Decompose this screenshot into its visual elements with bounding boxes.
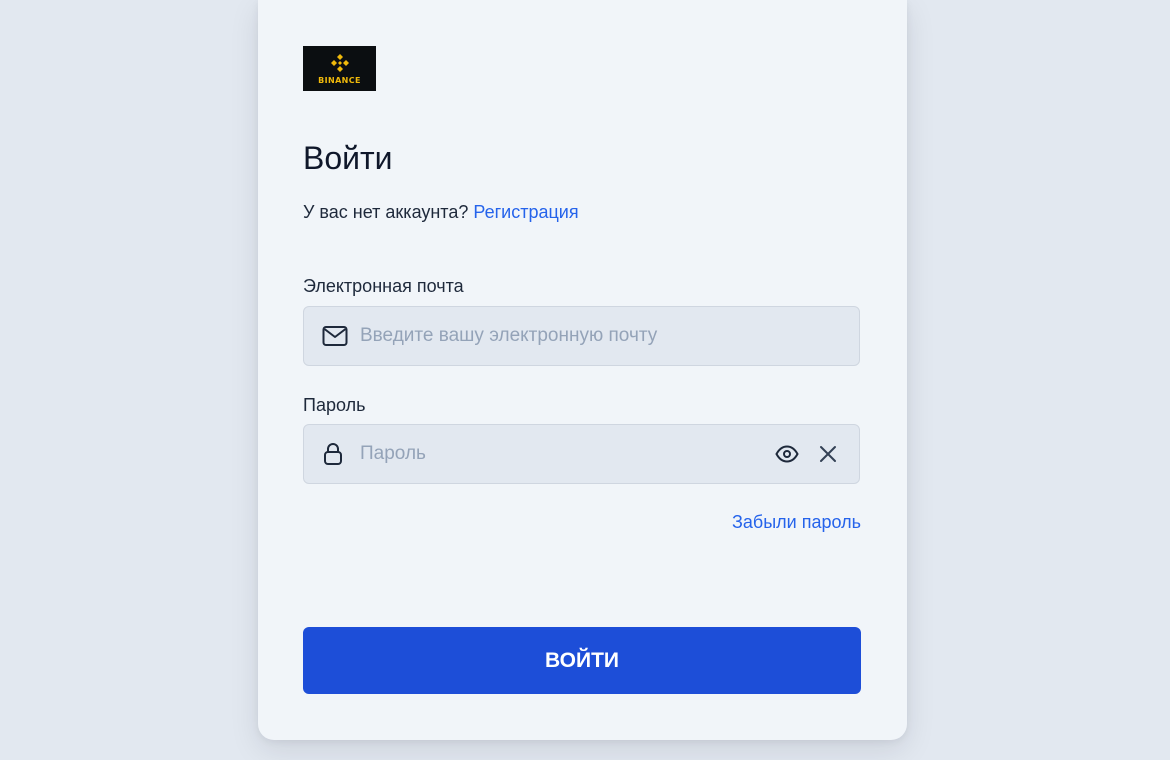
page-title: Войти <box>303 140 393 176</box>
email-label: Электронная почта <box>303 276 464 296</box>
email-input[interactable] <box>360 307 769 365</box>
signup-prompt: У вас нет аккаунта? Регистрация <box>303 202 579 223</box>
password-field[interactable] <box>303 424 860 484</box>
mail-icon <box>322 325 348 347</box>
email-field[interactable] <box>303 306 860 366</box>
eye-icon[interactable] <box>775 445 799 463</box>
login-card: BINANCE Войти У вас нет аккаунта? Регист… <box>258 0 907 740</box>
lock-icon <box>322 442 344 466</box>
binance-logo: BINANCE <box>303 46 376 91</box>
forgot-password-link[interactable]: Забыли пароль <box>732 512 861 533</box>
password-input[interactable] <box>360 425 769 483</box>
password-label: Пароль <box>303 395 366 415</box>
logo-text: BINANCE <box>318 75 361 85</box>
login-button[interactable]: ВОЙТИ <box>303 627 861 694</box>
signup-prompt-text: У вас нет аккаунта? <box>303 202 469 222</box>
close-icon[interactable] <box>819 445 837 463</box>
signup-link[interactable]: Регистрация <box>473 202 578 222</box>
binance-diamond-icon <box>330 53 349 72</box>
